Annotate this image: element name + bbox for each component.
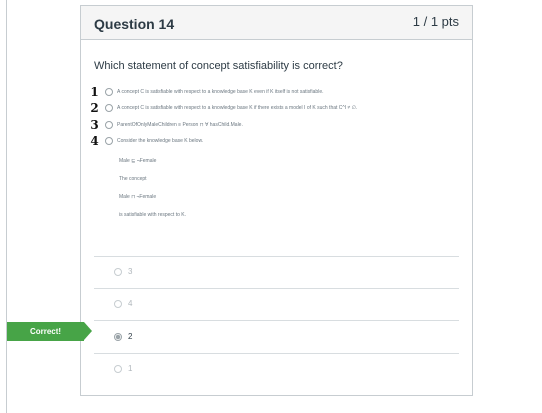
page-left-border	[6, 0, 7, 413]
handwritten-number-1: 1	[90, 85, 99, 99]
question-card: Question 14 1 / 1 pts Which statement of…	[80, 5, 473, 396]
answer-divider	[94, 353, 459, 354]
radio-icon	[105, 88, 113, 96]
statement-option-2: 2 A concept C is satisfiable with respec…	[86, 101, 358, 115]
handwritten-number-3: 3	[90, 118, 99, 132]
answer-label: 1	[128, 364, 133, 373]
answer-option-2[interactable]: 2	[114, 332, 132, 341]
question-points: 1 / 1 pts	[412, 14, 459, 29]
handwritten-number-2: 2	[90, 101, 99, 115]
statement-text-4: Consider the knowledge base K below.	[117, 138, 204, 144]
radio-icon[interactable]	[114, 267, 122, 276]
answer-option-1[interactable]: 1	[114, 364, 132, 373]
radio-icon[interactable]	[114, 364, 122, 373]
answer-label: 3	[128, 267, 133, 276]
question-prompt: Which statement of concept satisfiabilit…	[94, 60, 343, 72]
question-title: Question 14	[94, 16, 175, 32]
handwritten-number-4: 4	[90, 134, 99, 148]
kb-axiom: Male ⊑ ¬Female	[119, 158, 157, 164]
answer-label: 2	[128, 332, 133, 341]
radio-icon[interactable]	[114, 299, 122, 308]
satisfiable-text: is satisfiable with respect to K.	[119, 212, 186, 218]
correct-answer-tag: Correct!	[7, 322, 92, 341]
answer-option-3[interactable]: 3	[114, 267, 132, 276]
answer-label: 4	[128, 299, 133, 308]
statement-text-1: A concept C is satisfiable with respect …	[117, 89, 324, 95]
statement-text-2: A concept C is satisfiable with respect …	[117, 105, 358, 111]
answer-divider	[94, 256, 459, 257]
radio-selected-icon[interactable]	[114, 332, 122, 341]
radio-icon	[105, 137, 113, 145]
concept-label: The concept	[119, 176, 147, 182]
concept-expression: Male ⊓ ¬Female	[119, 194, 157, 200]
statement-option-4: 4 Consider the knowledge base K below.	[86, 134, 204, 148]
question-header: Question 14 1 / 1 pts	[81, 6, 472, 40]
answer-divider	[94, 320, 459, 321]
radio-icon	[105, 104, 113, 112]
answer-option-4[interactable]: 4	[114, 299, 132, 308]
statement-option-1: 1 A concept C is satisfiable with respec…	[86, 85, 324, 99]
statement-text-3: ParentOfOnlyMaleChildren ≡ Person ⊓ ∀ ha…	[117, 122, 243, 128]
answer-divider	[94, 288, 459, 289]
statement-option-3: 3 ParentOfOnlyMaleChildren ≡ Person ⊓ ∀ …	[86, 118, 243, 132]
radio-icon	[105, 121, 113, 129]
